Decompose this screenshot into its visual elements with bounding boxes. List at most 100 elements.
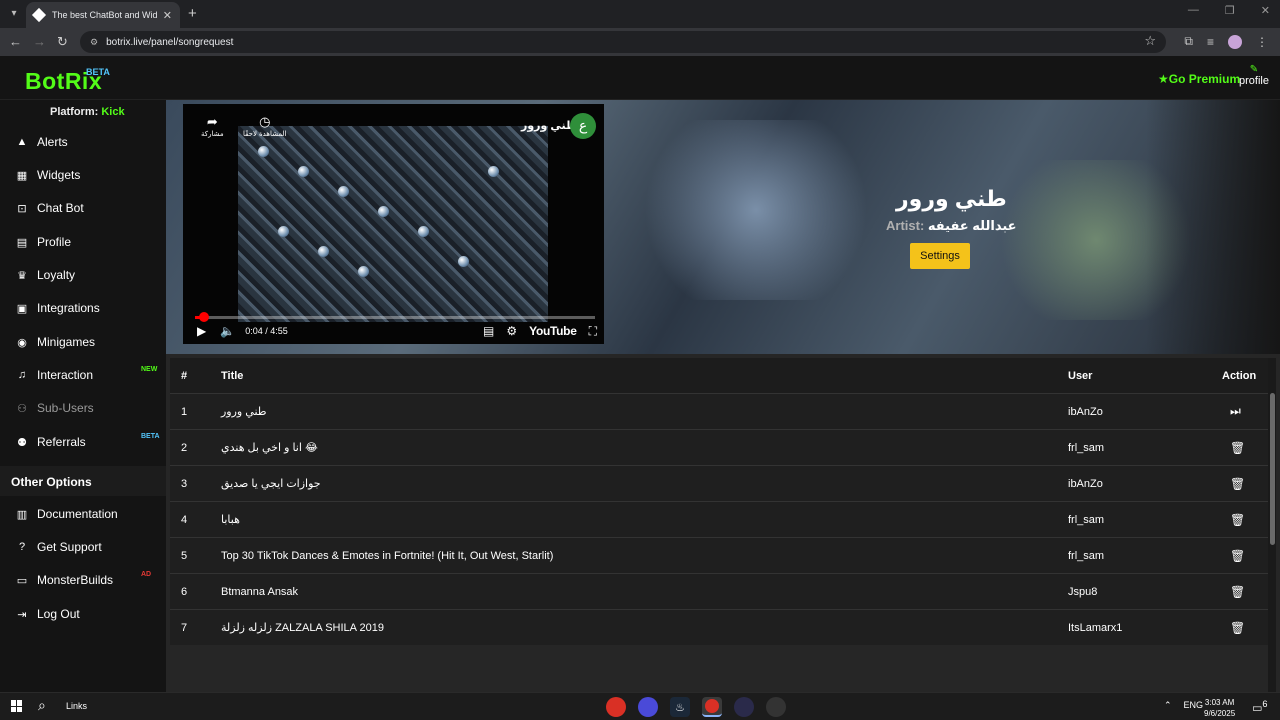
reload-icon[interactable]: ↻ xyxy=(57,34,68,50)
minimize-icon[interactable]: — xyxy=(1188,4,1199,17)
mixer-knob xyxy=(258,146,269,157)
now-playing-hero: ➦ مشاركة ◷ المشاهدة لاحقًا طني ورور ع ▶ 🔈 … xyxy=(166,100,1280,354)
platform-label: Platform: xyxy=(50,106,99,118)
trash-icon[interactable]: 🗑 xyxy=(1230,466,1245,501)
scrollbar-thumb[interactable] xyxy=(1270,393,1275,545)
channel-avatar[interactable]: ع xyxy=(570,113,596,139)
table-row: 2 انا و اخي بل هندي 😂 frl_sam 🗑 xyxy=(170,429,1268,465)
windows-start-icon[interactable] xyxy=(11,700,23,712)
users-icon: ⚇ xyxy=(17,402,27,415)
puzzle-icon: ▣ xyxy=(16,302,28,315)
mixer-knob xyxy=(488,166,499,177)
fullscreen-icon[interactable]: ⛶ xyxy=(589,324,597,339)
browser-menu-icon[interactable]: ⋮ xyxy=(1256,35,1268,49)
sidebar-item-minigames[interactable]: ◉ Minigames xyxy=(0,327,166,357)
app-icon[interactable] xyxy=(734,697,754,717)
links-toolbar[interactable]: Links xyxy=(66,701,87,711)
sidebar-item-profile[interactable]: ▤ Profile xyxy=(0,227,166,257)
row-user: ibAnZo xyxy=(1068,477,1103,490)
play-icon[interactable]: ▶ xyxy=(197,324,206,338)
table-overflow-fade xyxy=(166,660,1280,692)
browser-profile-avatar[interactable] xyxy=(1228,34,1242,49)
share-icon: ➦ xyxy=(206,114,218,129)
sidebar-item-integrations[interactable]: ▣ Integrations xyxy=(0,293,166,323)
chrome-profile-icon[interactable] xyxy=(638,697,658,717)
go-premium-link[interactable]: ★Go Premium xyxy=(1158,72,1240,86)
chrome-icon[interactable] xyxy=(606,697,626,717)
back-icon[interactable]: ← xyxy=(9,34,22,49)
browser-tabbar: ▾ The best ChatBot and Widgets ✕ + — ❐ ✕ xyxy=(0,0,1280,28)
sidebar-item-alerts[interactable]: ▲ Alerts xyxy=(0,127,166,157)
restore-icon[interactable]: ❐ xyxy=(1225,4,1235,17)
site-info-icon[interactable]: ⚙ xyxy=(90,37,98,48)
botrix-favicon-icon xyxy=(31,7,47,23)
settings-gear-icon[interactable]: ⚙ xyxy=(506,324,517,338)
steam-icon[interactable]: ♨ xyxy=(670,697,690,717)
sidebar-item-loyalty[interactable]: ♛ Loyalty xyxy=(0,260,166,290)
close-window-icon[interactable]: ✕ xyxy=(1261,4,1270,17)
sidebar-item-interaction[interactable]: ♫ Interaction xyxy=(0,360,166,390)
profile-label: profile xyxy=(1239,75,1269,87)
window-controls: — ❐ ✕ xyxy=(1188,4,1270,17)
watch-later-button[interactable]: ◷ المشاهدة لاحقًا xyxy=(243,114,286,138)
video-title[interactable]: طني ورور xyxy=(521,119,576,132)
sidebar-item-monsterbuilds[interactable]: ▭ MonsterBuilds xyxy=(0,565,166,595)
app-icon[interactable] xyxy=(766,697,786,717)
sidebar-item-get-support[interactable]: ? Get Support xyxy=(0,532,166,562)
sidebar-item-log-out[interactable]: ⇥ Log Out xyxy=(0,599,166,629)
sidebar-item-documentation[interactable]: ▥ Documentation xyxy=(0,499,166,529)
extensions-icon[interactable]: ⧉ xyxy=(1184,34,1193,49)
sidebar-item-widgets[interactable]: ▦ Widgets xyxy=(0,160,166,190)
system-tray: ⌃ ENG xyxy=(1164,700,1203,711)
chrome-active-icon[interactable] xyxy=(702,697,722,717)
header-action: Action xyxy=(1222,369,1257,382)
tab-search-icon[interactable]: ▾ xyxy=(6,6,22,22)
now-playing-title: طني ورور xyxy=(896,186,1007,211)
url-field[interactable]: ⚙ botrix.live/panel/songrequest ☆ xyxy=(80,31,1166,53)
clock-time: 3:03 AM xyxy=(1204,698,1235,707)
trash-icon[interactable]: 🗑 xyxy=(1230,538,1245,573)
sidebar-item-sub-users[interactable]: ⚇ Sub-Users xyxy=(0,393,166,423)
new-tab-icon[interactable]: + xyxy=(188,5,197,22)
mixer-knob xyxy=(318,246,329,257)
artist-label: Artist: xyxy=(886,218,925,233)
youtube-logo[interactable]: YouTube xyxy=(529,324,577,338)
clock-icon: ◷ xyxy=(259,114,271,129)
close-tab-icon[interactable]: ✕ xyxy=(163,9,172,22)
mixer-knob xyxy=(298,166,309,177)
tray-chevron-icon[interactable]: ⌃ xyxy=(1164,700,1172,711)
share-button[interactable]: ➦ مشاركة xyxy=(201,114,224,138)
video-progress-bar[interactable] xyxy=(195,316,595,319)
browser-tab[interactable]: The best ChatBot and Widgets ✕ xyxy=(26,2,180,28)
language-indicator[interactable]: ENG xyxy=(1184,700,1204,711)
row-title: طني ورور xyxy=(221,406,267,418)
bookmark-star-icon[interactable]: ☆ xyxy=(1144,33,1156,49)
trash-icon[interactable]: 🗑 xyxy=(1230,610,1245,645)
row-num: 5 xyxy=(181,549,188,562)
sidebar-item-chat-bot[interactable]: ⊡ Chat Bot xyxy=(0,193,166,223)
reading-list-icon[interactable]: ≡ xyxy=(1207,35,1214,49)
youtube-player[interactable]: ➦ مشاركة ◷ المشاهدة لاحقًا طني ورور ع ▶ 🔈 … xyxy=(183,104,604,344)
app-header: BotRix BETA ★Go Premium ✎ profile xyxy=(0,56,1280,100)
row-num: 2 xyxy=(181,441,188,454)
mixer-knob xyxy=(278,226,289,237)
forward-icon[interactable]: → xyxy=(33,34,46,49)
trash-icon[interactable]: 🗑 xyxy=(1230,502,1245,537)
table-row: 4 هبابا frl_sam 🗑 xyxy=(170,501,1268,537)
trash-icon[interactable]: 🗑 xyxy=(1230,430,1245,465)
trash-icon[interactable]: 🗑 xyxy=(1230,574,1245,609)
profile-link[interactable]: ✎ profile xyxy=(1239,64,1269,87)
search-icon[interactable]: ⌕ xyxy=(38,697,46,714)
taskbar-clock[interactable]: 3:03 AM 9/6/2025 xyxy=(1204,697,1235,719)
volume-icon[interactable]: 🔈 xyxy=(220,324,235,338)
hero-backdrop xyxy=(626,120,886,300)
video-scrubber-handle[interactable] xyxy=(198,312,209,322)
header-num: # xyxy=(181,369,188,382)
notification-icon[interactable]: ▭6 xyxy=(1252,699,1268,715)
settings-button[interactable]: Settings xyxy=(910,243,970,269)
skip-icon[interactable]: ⏭ xyxy=(1230,394,1241,429)
gamepad-icon: ◉ xyxy=(17,336,27,349)
logout-icon: ⇥ xyxy=(17,608,27,621)
sidebar-item-referrals[interactable]: ⚉ Referrals xyxy=(0,427,166,457)
captions-icon[interactable]: ▤ xyxy=(483,324,494,338)
